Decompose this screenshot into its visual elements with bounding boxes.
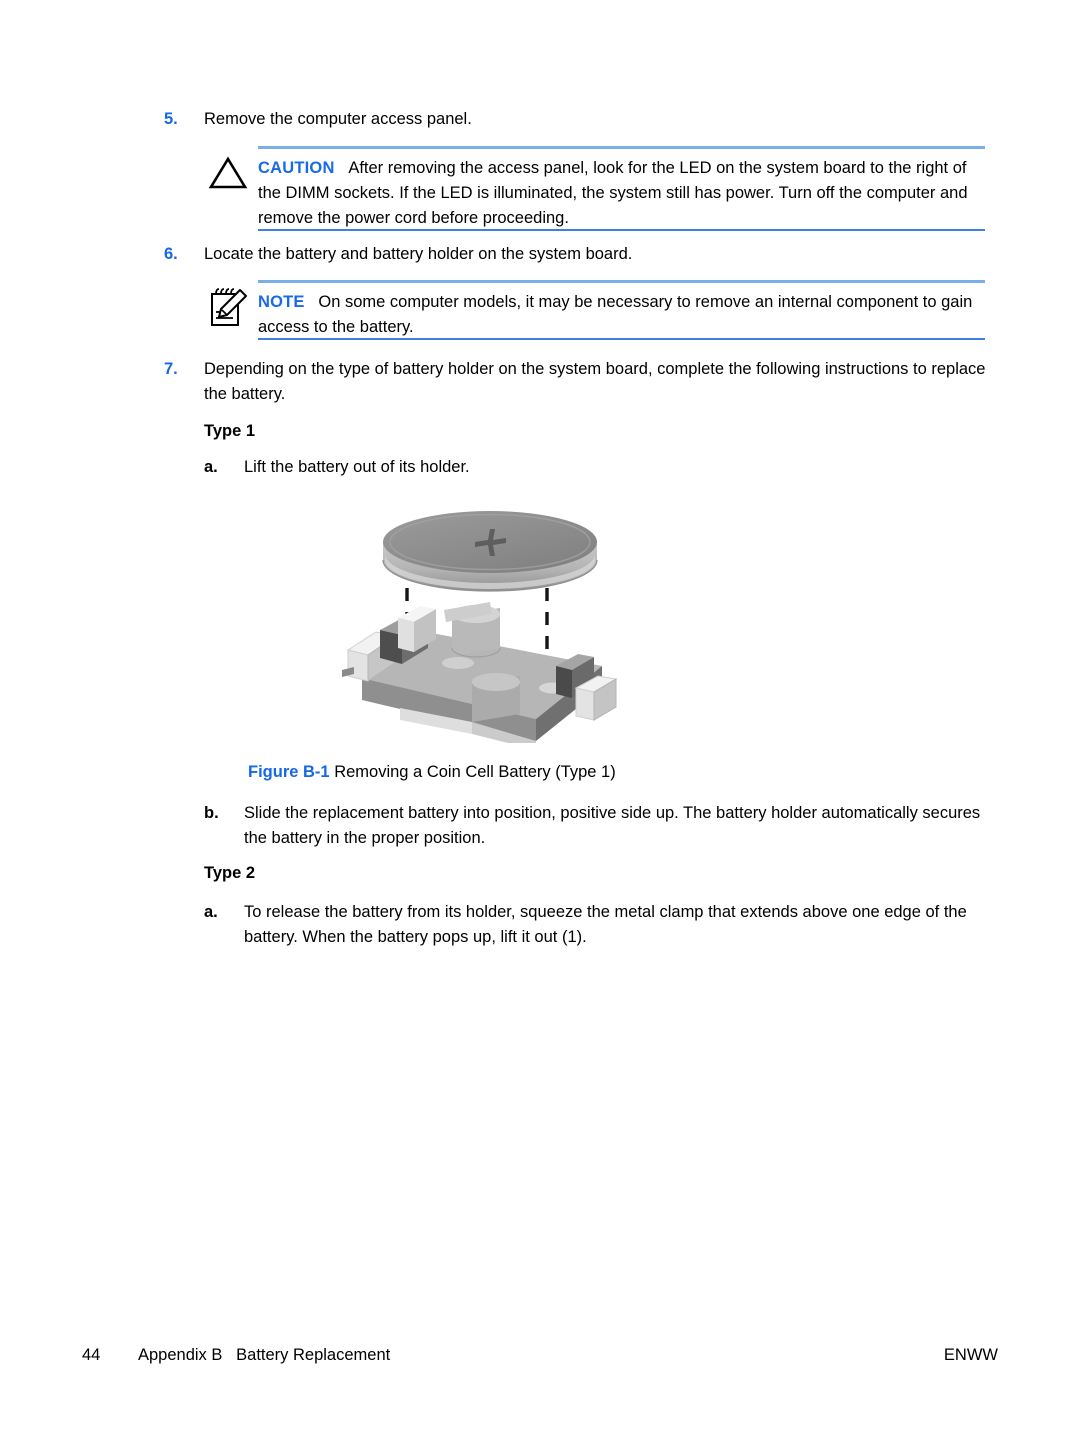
caution-triangle-icon <box>208 156 248 195</box>
caution-rule-top <box>258 146 985 149</box>
notepad-pencil-icon <box>207 285 251 334</box>
figure-caption-number: Figure B-1 <box>248 763 330 781</box>
step-text: Depending on the type of battery holder … <box>204 360 986 403</box>
type-1-heading: Type 1 <box>204 422 256 440</box>
footer-chapter-title: Appendix B Battery Replacement <box>138 1346 391 1364</box>
footer-locale: ENWW <box>943 1346 998 1364</box>
step-number: 7. <box>164 360 178 378</box>
substep-text: To release the battery from its holder, … <box>244 903 967 946</box>
note-body: On some computer models, it may be neces… <box>258 293 973 336</box>
substep-item-type2-a: a. To release the battery from its holde… <box>204 900 986 950</box>
substep-letter: b. <box>204 804 219 822</box>
type-2-heading: Type 2 <box>204 864 256 882</box>
substep-item-type1-a: a. Lift the battery out of its holder. <box>204 455 986 480</box>
battery-holder-socket <box>342 602 618 750</box>
footer-page-number: 44 <box>82 1346 101 1364</box>
note-label: NOTE <box>258 293 305 311</box>
step-text: Remove the computer access panel. <box>204 110 472 128</box>
caution-text-block: CAUTION After removing the access panel,… <box>258 156 988 231</box>
page-footer: 44 Appendix B Battery Replacement ENWW <box>82 1344 998 1366</box>
step-number: 5. <box>164 110 178 128</box>
coin-cell-battery-and-holder-illustration <box>340 498 640 750</box>
caution-body: After removing the access panel, look fo… <box>258 159 968 227</box>
note-rule-bottom <box>258 338 985 340</box>
step-item-5: 5. Remove the computer access panel. <box>164 107 986 132</box>
substep-letter: a. <box>204 458 218 476</box>
note-text-block: NOTE On some computer models, it may be … <box>258 290 988 340</box>
caution-label: CAUTION <box>258 159 335 177</box>
document-page: 5. Remove the computer access panel. CAU… <box>0 0 1080 1437</box>
step-number: 6. <box>164 245 178 263</box>
figure-caption: Figure B-1 Removing a Coin Cell Battery … <box>248 760 616 785</box>
figure-caption-text: Removing a Coin Cell Battery (Type 1) <box>334 763 616 781</box>
step-item-6: 6. Locate the battery and battery holder… <box>164 242 986 267</box>
step-text: Locate the battery and battery holder on… <box>204 245 633 263</box>
step-item-7: 7. Depending on the type of battery hold… <box>164 357 986 407</box>
substep-text: Slide the replacement battery into posit… <box>244 804 981 847</box>
substep-letter: a. <box>204 903 218 921</box>
footer-left-group: 44 Appendix B Battery Replacement <box>82 1344 390 1366</box>
substep-text: Lift the battery out of its holder. <box>244 458 470 476</box>
substep-item-type1-b: b. Slide the replacement battery into po… <box>204 801 986 851</box>
note-rule-top <box>258 280 985 283</box>
caution-rule-bottom <box>258 229 985 231</box>
